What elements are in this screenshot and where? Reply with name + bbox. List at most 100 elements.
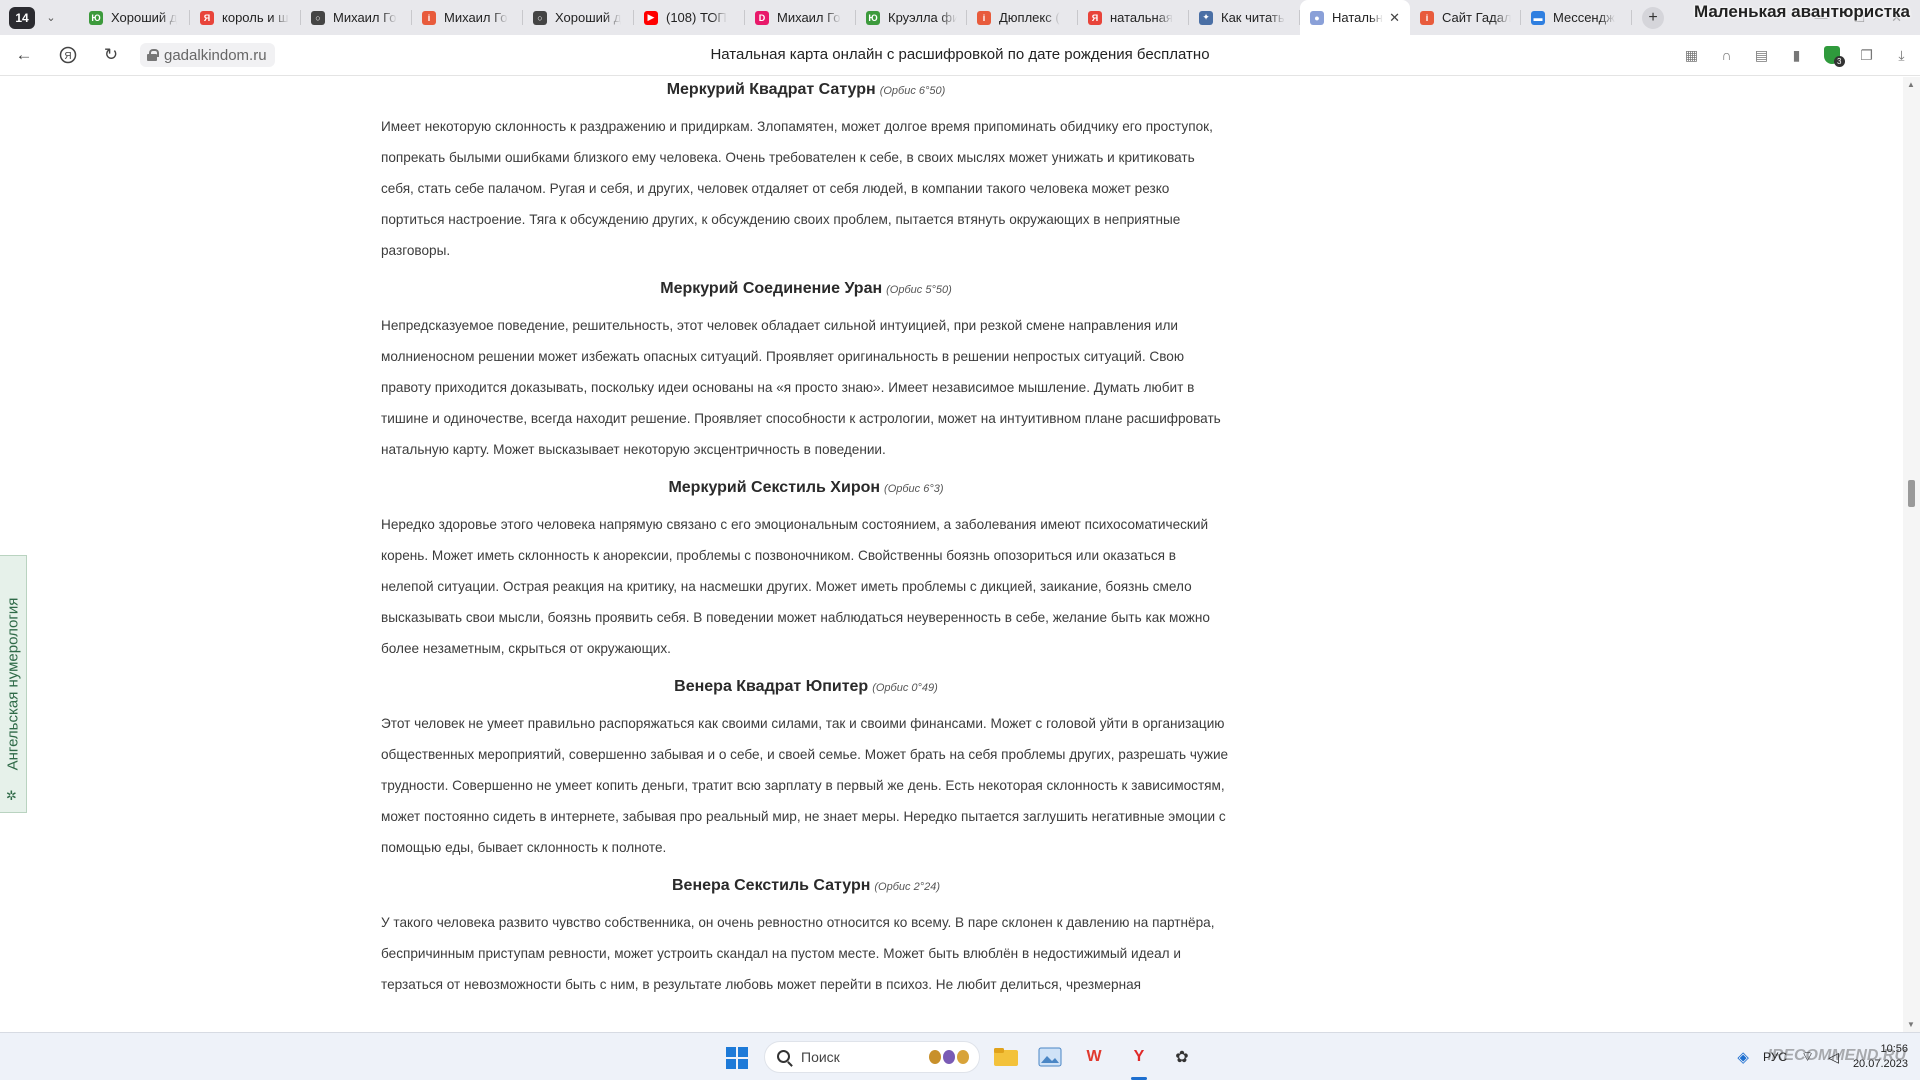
tab-counter[interactable]: 14 [9, 6, 35, 29]
browser-tab[interactable]: ● Натальн ✕ [1300, 0, 1410, 35]
side-tab-label: Ангельская нумерология [4, 597, 22, 771]
youtube-icon: ▶ [644, 10, 658, 25]
collections-icon[interactable]: ❐ [1856, 43, 1877, 67]
wps-office-icon[interactable]: W [1080, 1043, 1108, 1071]
address-bar: ← Я ↻ gadalkindom.ru Натальная карта онл… [0, 35, 1920, 76]
aspect-title: Венера Секстиль Сатурн [671, 877, 871, 894]
green-site-icon: Ю [866, 10, 880, 25]
aspect-orb: (Орбис 6°3) [884, 483, 944, 495]
tab-label: (108) ТОП [666, 10, 727, 25]
yandex-browser-icon[interactable]: Y [1125, 1043, 1153, 1071]
yandex-icon: Я [200, 10, 214, 25]
search-icon [777, 1050, 790, 1063]
browser-tab[interactable]: ▬ Мессендж [1521, 0, 1632, 35]
browser-tab[interactable]: i Дюплекс ( [967, 0, 1078, 35]
svg-text:Я: Я [64, 51, 71, 62]
windows-start-icon[interactable] [726, 1047, 748, 1069]
browser-tab[interactable]: D Михаил Го [745, 0, 856, 35]
overlay-title: Маленькая авантюристка [1693, 2, 1910, 21]
messenger-icon: ▬ [1531, 10, 1545, 25]
profile-icon: ● [1310, 10, 1324, 25]
protect-shield-icon[interactable]: 3 [1821, 43, 1845, 67]
aspect-title: Меркурий Квадрат Сатурн [666, 81, 876, 98]
tab-label: Мессендж [1553, 10, 1615, 25]
browser-tab[interactable]: Якороль и ш [190, 0, 301, 35]
toolbar-icons: ▦ ∩ ▤ ▮ 3 ❐ ⤓ [1681, 43, 1912, 67]
tab-label: Хороший д [555, 10, 622, 25]
url-field[interactable]: gadalkindom.ru [140, 43, 275, 67]
url-text: gadalkindom.ru [164, 46, 267, 64]
aspect-orb: (Орбис 5°50) [886, 284, 952, 296]
irecommend-icon: i [1420, 10, 1434, 25]
green-site-icon: Ю [89, 10, 103, 25]
pendant-icon: ○ [311, 10, 325, 25]
taskbar: Поиск W Y ✿ ◈ РУС ⌔ ◁ 10:56 20.07.2023 I… [0, 1032, 1920, 1080]
taskbar-search[interactable]: Поиск [764, 1041, 980, 1073]
irecommend-watermark: IRECOMMEND.RU [1767, 1047, 1906, 1064]
tab-label: Михаил Го [777, 10, 841, 25]
dzen-icon: D [755, 10, 769, 25]
article: Меркурий Квадрат Сатурн (Орбис 6°50) Имеет… [381, 77, 1231, 1010]
aspect-heading: Меркурий Секстиль Хирон (Орбис 6°3) [381, 475, 1231, 509]
browser-tab[interactable]: ✦ Как читать [1189, 0, 1300, 35]
aspect-orb: (Орбис 2°24) [874, 881, 941, 893]
tab-label: Дюплекс ( [999, 10, 1060, 25]
browser-tab[interactable]: ○ Михаил Го [301, 0, 412, 35]
browser-tab[interactable]: i Михаил Го [412, 0, 523, 35]
scrollbar-thumb[interactable] [1908, 480, 1915, 507]
apps-grid-icon[interactable]: ▦ [1681, 43, 1702, 67]
download-icon[interactable]: ⤓ [1891, 43, 1912, 67]
irecommend-icon: i [422, 10, 436, 25]
aspect-heading: Меркурий Квадрат Сатурн (Орбис 6°50) [381, 77, 1231, 111]
aspect-orb: (Орбис 6°50) [879, 85, 946, 97]
irecommend-icon: i [977, 10, 991, 25]
tab-label: Сайт Гадал [1442, 10, 1511, 25]
tab-label: Михаил Го [444, 10, 508, 25]
back-arrow-icon[interactable]: ← [12, 43, 36, 67]
browser-tab[interactable]: Ю Хороший д [79, 0, 190, 35]
tab-label: Натальн [1332, 10, 1383, 25]
aspect-heading: Венера Секстиль Сатурн (Орбис 2°24) [381, 873, 1231, 907]
angel-numerology-side-tab[interactable]: Ангельская нумерология ✲ [0, 555, 27, 813]
aspect-title: Меркурий Соединение Уран [660, 280, 883, 297]
page-viewport: Меркурий Квадрат Сатурн (Орбис 6°50) Имеет… [0, 77, 1903, 1032]
defender-shield-icon[interactable]: ◈ [1737, 1048, 1749, 1066]
browser-tab[interactable]: ○ Хороший д [523, 0, 634, 35]
tab-strip: 14 ⌄ Ю Хороший д Якороль и ш ○ Михаил Го i Мих… [0, 0, 1920, 35]
browser-tab[interactable]: ▶ (108) ТОП [634, 0, 745, 35]
aspect-description: У такого человека развито чувство собств… [381, 915, 1215, 992]
browser-tab[interactable]: i Сайт Гадал [1410, 0, 1521, 35]
page-title: Натальная карта онлайн с расшифровкой по… [710, 46, 1210, 63]
aspect-heading: Меркурий Соединение Уран (Орбис 5°50) [381, 276, 1231, 310]
pendant-icon: ○ [533, 10, 547, 25]
tab-label: Хороший д [111, 10, 178, 25]
yandex-home-icon[interactable]: Я [56, 43, 80, 67]
headphones-icon[interactable]: ∩ [1716, 43, 1737, 67]
close-tab-icon[interactable]: ✕ [1389, 10, 1400, 26]
tab-list-chevron-icon[interactable]: ⌄ [41, 7, 61, 29]
aspect-description: Непредсказуемое поведение, решительность… [381, 318, 1221, 457]
aspect-description: Имеет некоторую склонность к раздражению… [381, 119, 1213, 258]
scroll-up-icon[interactable]: ▲ [1907, 80, 1915, 89]
reader-mode-icon[interactable]: ▤ [1751, 43, 1772, 67]
browser-tab[interactable]: Ю Круэлла фи [856, 0, 967, 35]
photos-icon[interactable] [1036, 1043, 1064, 1071]
aspect-title: Меркурий Секстиль Хирон [668, 479, 881, 496]
bookmark-icon[interactable]: ▮ [1786, 43, 1807, 67]
gear-icon: ✲ [6, 788, 17, 803]
tab-label: король и ш [222, 10, 289, 25]
file-explorer-icon[interactable] [992, 1043, 1020, 1071]
aspect-title: Венера Квадрат Юпитер [674, 678, 869, 695]
yandex-alice-icon[interactable]: ✿ [1168, 1043, 1196, 1071]
aspect-heading: Венера Квадрат Юпитер (Орбис 0°49) [381, 674, 1231, 708]
scrollbar[interactable]: ▲ ▼ [1903, 77, 1920, 1032]
tabs: Ю Хороший д Якороль и ш ○ Михаил Го i Михаил Г… [79, 0, 1632, 35]
scroll-down-icon[interactable]: ▼ [1907, 1020, 1915, 1029]
browser-tab[interactable]: Янатальная [1078, 0, 1189, 35]
tab-label: Круэлла фи [888, 10, 957, 25]
tab-label: Как читать [1221, 10, 1285, 25]
lock-icon [147, 49, 159, 61]
new-tab-plus-icon[interactable]: + [1642, 6, 1664, 29]
reload-icon[interactable]: ↻ [99, 43, 123, 67]
aspect-orb: (Орбис 0°49) [872, 682, 938, 694]
